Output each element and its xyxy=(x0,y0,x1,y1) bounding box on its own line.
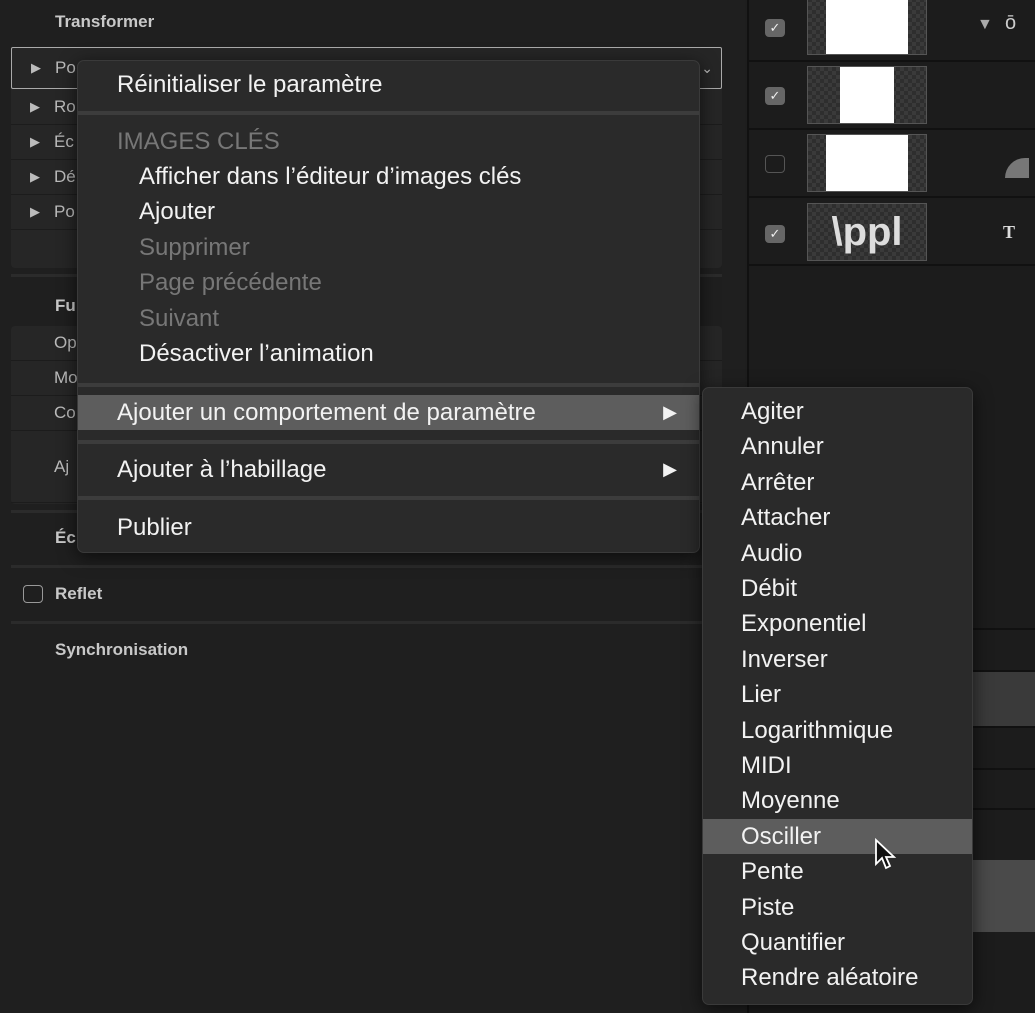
submenu-item[interactable]: Quantifier xyxy=(703,925,972,960)
menu-item-add-parameter-behavior[interactable]: Ajouter un comportement de paramètre ▶ xyxy=(78,395,699,430)
keyframes-section-header: IMAGES CLÉS xyxy=(78,124,699,159)
layer-row[interactable] xyxy=(749,130,1035,198)
menu-separator xyxy=(78,496,699,500)
layer-thumbnail xyxy=(807,66,927,124)
disclosure-triangle-icon[interactable]: ▶ xyxy=(30,134,40,150)
menu-separator xyxy=(78,383,699,387)
divider xyxy=(11,565,722,568)
menu-separator xyxy=(78,111,699,115)
layer-thumbnail xyxy=(807,134,927,192)
submenu-item[interactable]: Lier xyxy=(703,677,972,712)
menu-item-reset-parameter[interactable]: Réinitialiser le paramètre xyxy=(78,67,699,102)
submenu-item[interactable]: Rendre aléatoire xyxy=(703,960,972,995)
layer-row[interactable]: ✓ ▼ ō xyxy=(749,0,1035,62)
text-layer-icon: T xyxy=(1003,222,1015,243)
param-label: Co xyxy=(54,403,76,423)
submenu-item[interactable]: Débit xyxy=(703,571,972,606)
submenu-item[interactable]: Attacher xyxy=(703,500,972,535)
reflection-checkbox[interactable] xyxy=(23,585,43,603)
disclosure-triangle-icon[interactable]: ▶ xyxy=(30,204,40,220)
submenu-item[interactable]: Osciller xyxy=(703,819,972,854)
submenu-item[interactable]: Pente xyxy=(703,854,972,889)
context-menu: Réinitialiser le paramètre IMAGES CLÉS A… xyxy=(77,60,700,553)
menu-item-show-in-keyframe-editor[interactable]: Afficher dans l’éditeur d’images clés xyxy=(78,159,699,194)
menu-item-add-to-rig[interactable]: Ajouter à l’habillage ▶ xyxy=(78,452,699,487)
behavior-submenu: AgiterAnnulerArrêterAttacherAudioDébitEx… xyxy=(702,387,973,1005)
menu-separator xyxy=(78,440,699,444)
menu-item-disable-animation[interactable]: Désactiver l’animation xyxy=(78,336,699,371)
submenu-item[interactable]: Agiter xyxy=(703,394,972,429)
disclosure-triangle-icon[interactable]: ▶ xyxy=(30,99,40,115)
param-label: Mo xyxy=(54,368,78,388)
param-label: Ro xyxy=(54,97,76,117)
submenu-item[interactable]: Moyenne xyxy=(703,783,972,818)
layer-row[interactable]: ✓ \ppl T xyxy=(749,198,1035,266)
disclosure-triangle-icon[interactable]: ▶ xyxy=(31,60,41,76)
submenu-item[interactable]: Piste xyxy=(703,890,972,925)
mouse-cursor-icon xyxy=(874,838,900,874)
layer-row[interactable]: ✓ xyxy=(749,62,1035,130)
submenu-item[interactable]: Inverser xyxy=(703,642,972,677)
param-label: Éc xyxy=(54,132,74,152)
chevron-down-icon[interactable]: ⌄ xyxy=(701,60,713,77)
group-icon: ō xyxy=(1005,12,1016,35)
submenu-item[interactable]: Audio xyxy=(703,536,972,571)
menu-item-publish[interactable]: Publier xyxy=(78,510,699,545)
menu-item-add-keyframe[interactable]: Ajouter xyxy=(78,194,699,229)
reflection-label: Reflet xyxy=(55,584,102,604)
menu-item-delete-keyframe: Supprimer xyxy=(78,230,699,265)
disclosure-triangle-icon[interactable]: ▼ xyxy=(977,16,993,34)
fusion-header: Fu xyxy=(55,296,76,316)
submenu-item[interactable]: Annuler xyxy=(703,429,972,464)
transform-header: Transformer xyxy=(55,12,154,32)
param-label: Op xyxy=(54,333,77,353)
divider xyxy=(11,621,722,624)
shape-icon xyxy=(1005,158,1029,178)
shadow-header: Éc xyxy=(55,528,76,548)
submenu-arrow-icon: ▶ xyxy=(663,395,677,430)
sync-header: Synchronisation xyxy=(55,640,188,660)
layer-visibility-checkbox[interactable]: ✓ xyxy=(765,225,785,243)
submenu-item[interactable]: Exponentiel xyxy=(703,606,972,641)
menu-item-next-keyframe: Suivant xyxy=(78,301,699,336)
menu-item-label: Ajouter un comportement de paramètre xyxy=(117,399,536,426)
layer-thumbnail: \ppl xyxy=(807,203,927,261)
param-label: Dé xyxy=(54,167,76,187)
param-label: Aj xyxy=(54,457,69,477)
layer-visibility-checkbox[interactable]: ✓ xyxy=(765,87,785,105)
param-label: Po xyxy=(55,58,76,78)
menu-item-previous-keyframe: Page précédente xyxy=(78,265,699,300)
menu-item-label: Ajouter à l’habillage xyxy=(117,456,326,483)
submenu-arrow-icon: ▶ xyxy=(663,452,677,487)
layer-thumbnail xyxy=(807,0,927,55)
param-label: Po xyxy=(54,202,75,222)
layer-visibility-checkbox[interactable]: ✓ xyxy=(765,19,785,37)
disclosure-triangle-icon[interactable]: ▶ xyxy=(30,169,40,185)
layer-visibility-checkbox[interactable] xyxy=(765,155,785,173)
submenu-item[interactable]: Logarithmique xyxy=(703,713,972,748)
submenu-item[interactable]: Arrêter xyxy=(703,465,972,500)
submenu-item[interactable]: MIDI xyxy=(703,748,972,783)
